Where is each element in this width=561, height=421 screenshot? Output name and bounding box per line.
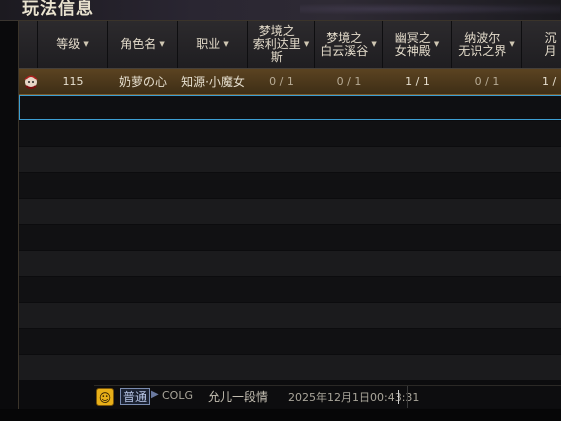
header-dungeon-2[interactable]: 梦境之 白云溪谷 ▼ [315,21,383,68]
bottom-strip [0,409,561,421]
empty-row [19,173,561,198]
cell-dungeon-5: 1 / [542,75,557,88]
sort-arrow-icon: ▼ [303,40,310,48]
empty-row [19,199,561,224]
chat-channel-button[interactable]: 普通 [120,388,150,405]
header-avatar-column [19,21,38,68]
header-dungeon-5-label: 沉月 [544,30,557,58]
chat-message: 允儿一段情 [208,390,269,404]
cell-character-name: 奶萝の心 [118,75,167,89]
table-row-focused[interactable] [19,95,561,120]
empty-row [19,121,561,146]
cell-dungeon-3: 1 / 1 [405,75,430,88]
cell-dungeon-1: 0 / 1 [269,75,294,88]
empty-row [19,277,561,302]
cell-level: 115 [62,75,84,88]
sort-arrow-icon: ▼ [433,40,440,48]
empty-row [19,225,561,250]
chat-source: COLG [162,389,193,402]
window-title: 玩法信息 [22,0,94,19]
empty-row [19,355,561,380]
header-character-name[interactable]: 角色名 ▼ [108,21,178,68]
header-dungeon-2-label: 梦境之 白云溪谷 [320,30,369,58]
empty-row [19,147,561,172]
cell-dungeon-2: 0 / 1 [336,75,362,88]
sort-arrow-icon: ▼ [371,40,377,48]
sort-arrow-icon: ▼ [159,40,165,48]
header-job[interactable]: 职业 ▼ [178,21,248,68]
sort-arrow-icon: ▼ [509,40,515,48]
header-level[interactable]: 等级 ▼ [38,21,108,68]
chat-input-bar: ☺ 普通 ▶ COLG 允儿一段情 2025年12月1日00:43:31 [94,385,561,408]
sort-arrow-icon: ▼ [223,40,229,48]
chat-input-field[interactable] [407,386,561,408]
header-level-label: 等级 [56,37,81,51]
header-job-label: 职业 [196,37,221,51]
play-info-table: 等级 ▼ 角色名 ▼ 职业 ▼ 梦境之 索利达里 斯 ▼ 梦境之 白云溪谷 ▼ 幽冥之 女… [18,20,561,411]
titlebar-decoration [300,2,560,16]
text-caret [398,390,399,404]
table-header: 等级 ▼ 角色名 ▼ 职业 ▼ 梦境之 索利达里 斯 ▼ 梦境之 白云溪谷 ▼ 幽冥之 女… [19,21,561,69]
header-dungeon-3-label: 幽冥之 女神殿 [394,30,431,58]
channel-arrow-icon: ▶ [151,389,159,400]
header-dungeon-4[interactable]: 纳波尔 无识之界 ▼ [452,21,522,68]
sort-arrow-icon: ▼ [83,40,89,48]
empty-row [19,303,561,328]
empty-row [19,251,561,276]
header-dungeon-3[interactable]: 幽冥之 女神殿 ▼ [383,21,452,68]
chat-timestamp: 2025年12月1日00:43:31 [288,391,420,404]
header-dungeon-4-label: 纳波尔 无识之界 [458,30,507,58]
empty-row [19,329,561,354]
header-dungeon-1[interactable]: 梦境之 索利达里 斯 ▼ [248,21,315,68]
window-titlebar: 玩法信息 [0,0,561,21]
cell-job: 知源·小魔女 [181,75,245,89]
header-dungeon-1-label: 梦境之 索利达里 斯 [252,24,301,64]
cell-dungeon-4: 0 / 1 [474,75,500,88]
emoji-icon[interactable]: ☺ [96,388,114,406]
header-dungeon-5[interactable]: 沉月 [522,21,561,68]
table-row[interactable]: 115 奶萝の心 知源·小魔女 0 / 1 0 / 1 1 / 1 0 / 1 … [19,69,561,95]
header-name-label: 角色名 [120,37,157,51]
